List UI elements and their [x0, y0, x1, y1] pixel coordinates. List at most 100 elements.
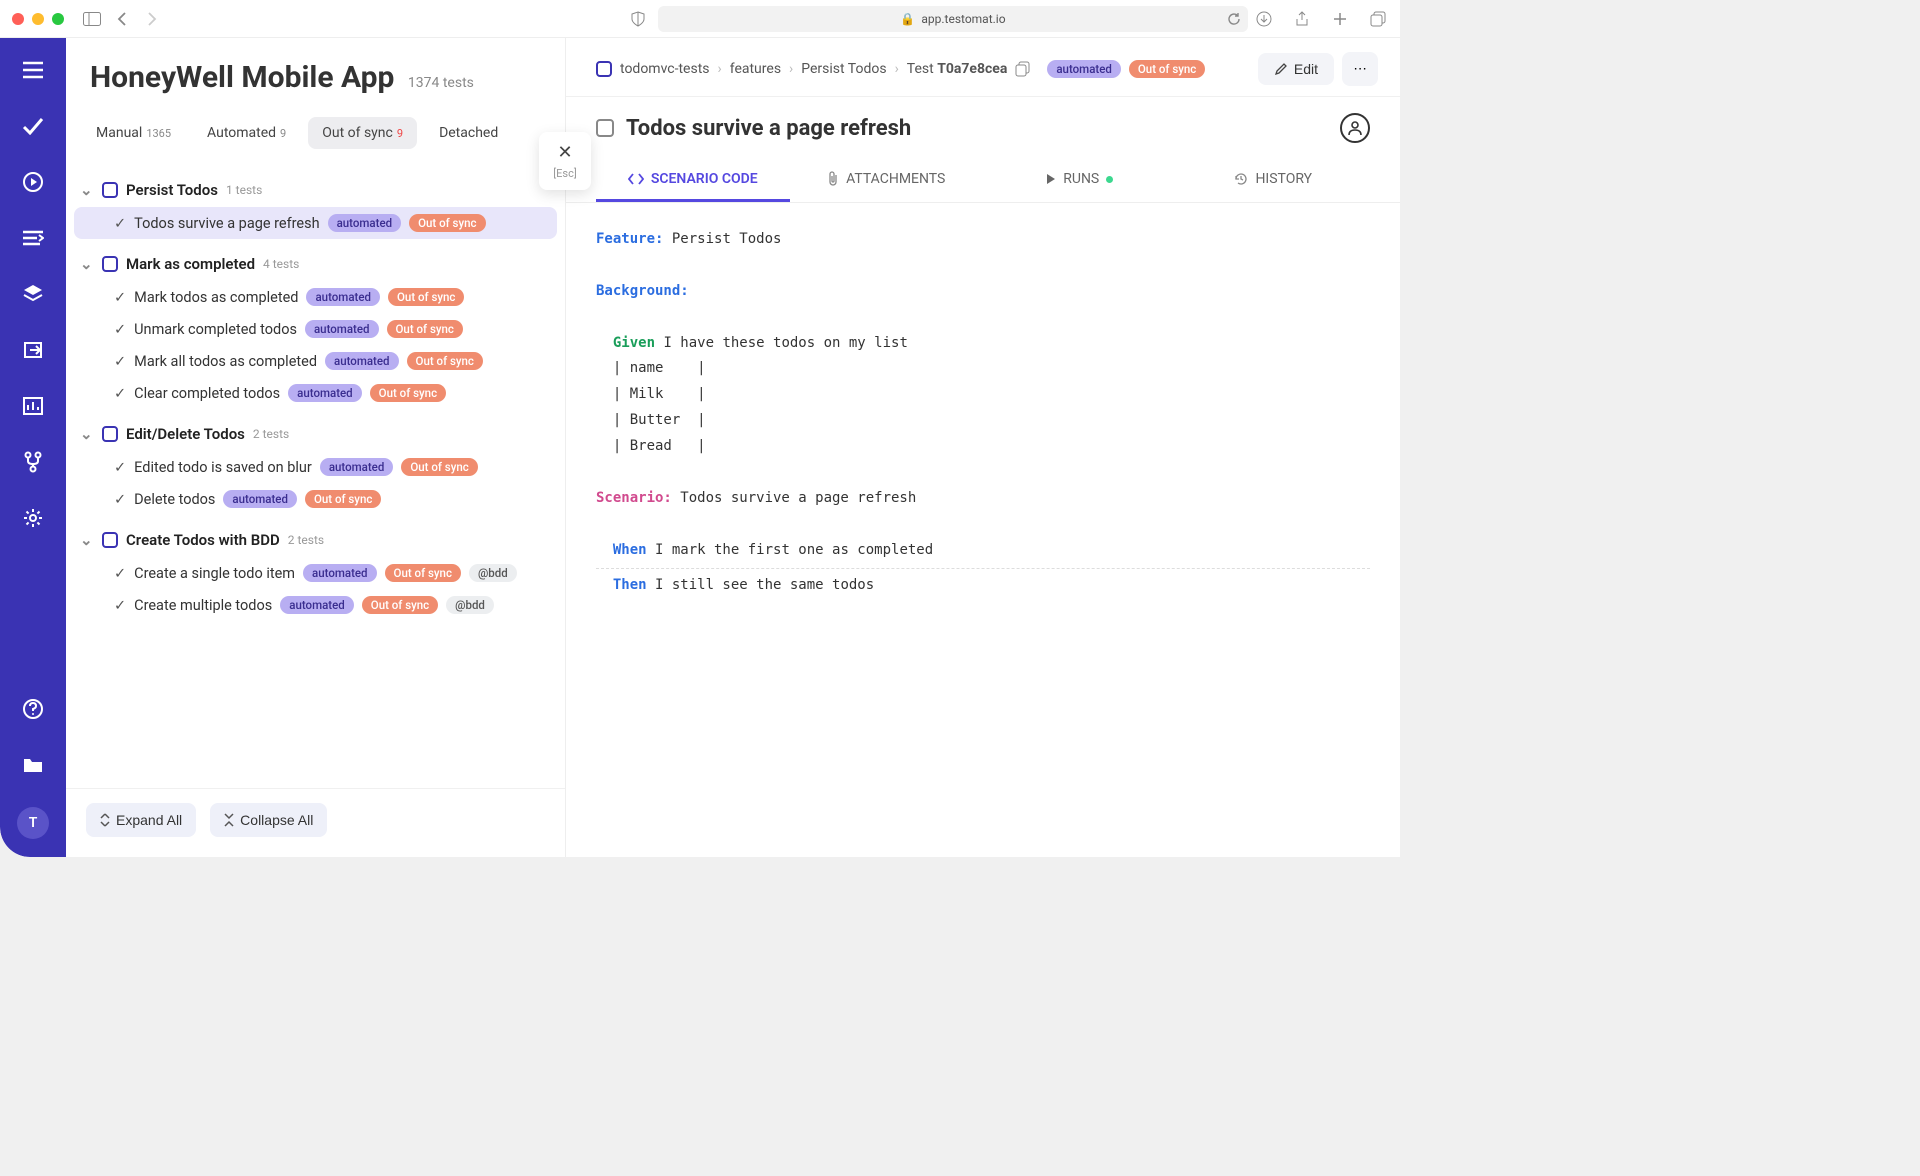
shield-icon[interactable] [628, 9, 648, 29]
tabs-icon[interactable] [1368, 9, 1388, 29]
badge-outofsync: Out of sync [387, 320, 463, 338]
badge-outofsync: Out of sync [409, 214, 485, 232]
analytics-icon[interactable] [19, 392, 47, 420]
test-name: Edited todo is saved on blur [134, 459, 312, 476]
close-detail-popup[interactable]: ✕ [Esc] [539, 132, 591, 190]
suite-note: 1 tests [226, 183, 262, 197]
url-text: app.testomat.io [921, 12, 1005, 26]
tab-history[interactable]: HISTORY [1177, 159, 1371, 202]
sidebar-toggle-icon[interactable] [82, 9, 102, 29]
plans-icon[interactable] [19, 224, 47, 252]
import-icon[interactable] [19, 336, 47, 364]
test-name: Clear completed todos [134, 385, 280, 402]
layers-icon[interactable] [19, 280, 47, 308]
settings-icon[interactable] [19, 504, 47, 532]
test-row[interactable]: ✓Create a single todo itemautomatedOut o… [74, 557, 557, 589]
chevron-down-icon[interactable]: ⌄ [80, 425, 94, 443]
chevron-down-icon[interactable]: ⌄ [80, 181, 94, 199]
suite-checkbox[interactable] [102, 532, 118, 548]
copy-icon[interactable] [1015, 61, 1031, 77]
expand-all-button[interactable]: Expand All [86, 803, 196, 837]
tab-runs[interactable]: RUNS [983, 159, 1177, 202]
check-icon: ✓ [114, 385, 126, 402]
suite-header[interactable]: ⌄Persist Todos1 tests [74, 177, 557, 203]
test-row[interactable]: ✓Create multiple todosautomatedOut of sy… [74, 589, 557, 621]
badge-automated: automated [1047, 60, 1121, 78]
test-row[interactable]: ✓Mark all todos as completedautomatedOut… [74, 345, 557, 377]
new-tab-icon[interactable] [1330, 9, 1350, 29]
title-checkbox[interactable] [596, 119, 614, 137]
suite: ⌄ Create Todos with BDD 2 tests ✓Create a s… [74, 527, 557, 621]
project-title: HoneyWell Mobile App [90, 60, 394, 95]
tab-automated[interactable]: Automated9 [193, 117, 300, 149]
close-icon[interactable]: ✕ [545, 142, 585, 163]
badge-automated: automated [306, 288, 380, 306]
test-detail-pane: todomvc-tests › features › Persist Todos… [566, 38, 1400, 857]
forward-icon[interactable] [142, 9, 162, 29]
crumb-folder[interactable]: features [730, 61, 781, 77]
crumb-test: Test T0a7e8cea [907, 61, 1008, 77]
url-bar[interactable]: 🔒 app.testomat.io [658, 6, 1248, 32]
test-row[interactable]: ✓Delete todosautomatedOut of sync [74, 483, 557, 515]
tab-manual[interactable]: Manual1365 [82, 117, 185, 149]
detail-tabs: SCENARIO CODE ATTACHMENTS RUNS HISTORY [566, 147, 1400, 203]
tab-attachments[interactable]: ATTACHMENTS [790, 159, 984, 202]
suite-header[interactable]: ⌄ Create Todos with BDD 2 tests [74, 527, 557, 553]
share-icon[interactable] [1292, 9, 1312, 29]
minimize-window-icon[interactable] [32, 13, 44, 25]
badge-outofsync: Out of sync [401, 458, 477, 476]
window-controls [12, 13, 64, 25]
folder-icon[interactable] [19, 751, 47, 779]
tab-outofsync[interactable]: Out of sync9 [308, 117, 417, 149]
suite: ⌄Edit/Delete Todos2 tests✓Edited todo is… [74, 421, 557, 515]
suite-header[interactable]: ⌄Edit/Delete Todos2 tests [74, 421, 557, 447]
test-row[interactable]: ✓Todos survive a page refreshautomatedOu… [74, 207, 557, 239]
checkbox-icon[interactable] [596, 61, 612, 77]
badge-automated: automated [325, 352, 399, 370]
test-name: Mark todos as completed [134, 289, 298, 306]
suite-name: Create Todos with BDD [126, 531, 280, 549]
test-name: Mark all todos as completed [134, 353, 317, 370]
reload-icon[interactable] [1224, 9, 1244, 29]
menu-icon[interactable] [19, 56, 47, 84]
check-icon: ✓ [114, 215, 126, 232]
runs-icon[interactable] [19, 168, 47, 196]
chevron-down-icon[interactable]: ⌄ [80, 255, 94, 273]
suite-checkbox[interactable] [102, 426, 118, 442]
test-title: Todos survive a page refresh [626, 116, 911, 141]
badge-outofsync: Out of sync [407, 352, 483, 370]
crumb-suite[interactable]: Persist Todos [801, 61, 886, 77]
test-row[interactable]: ✓Edited todo is saved on blurautomatedOu… [74, 451, 557, 483]
crumb-project[interactable]: todomvc-tests [620, 61, 710, 77]
badge-automated: automated [320, 458, 394, 476]
detail-top-bar: todomvc-tests › features › Persist Todos… [566, 38, 1400, 97]
edit-button[interactable]: Edit [1258, 53, 1334, 85]
suite-note: 2 tests [288, 533, 324, 547]
badge-automated: automated [223, 490, 297, 508]
download-icon[interactable] [1254, 9, 1274, 29]
maximize-window-icon[interactable] [52, 13, 64, 25]
assignee-icon[interactable] [1340, 113, 1370, 143]
collapse-all-button[interactable]: Collapse All [210, 803, 327, 837]
tests-icon[interactable] [19, 112, 47, 140]
back-icon[interactable] [112, 9, 132, 29]
tab-scenario-code[interactable]: SCENARIO CODE [596, 159, 790, 202]
chevron-down-icon[interactable]: ⌄ [80, 531, 94, 549]
close-window-icon[interactable] [12, 13, 24, 25]
help-icon[interactable] [19, 695, 47, 723]
project-test-count: 1374 tests [408, 75, 474, 91]
suite-checkbox[interactable] [102, 256, 118, 272]
suite-checkbox[interactable] [102, 182, 118, 198]
more-button[interactable]: ⋯ [1342, 52, 1378, 86]
check-icon: ✓ [114, 321, 126, 338]
test-row[interactable]: ✓Clear completed todosautomatedOut of sy… [74, 377, 557, 409]
tab-detached[interactable]: Detached [425, 117, 512, 149]
badge-tag: @bdd [469, 564, 517, 582]
test-row[interactable]: ✓Mark todos as completedautomatedOut of … [74, 281, 557, 313]
check-icon: ✓ [114, 565, 126, 582]
user-avatar[interactable]: T [17, 807, 49, 839]
project-header: HoneyWell Mobile App 1374 tests [66, 38, 565, 103]
branch-icon[interactable] [19, 448, 47, 476]
suite-header[interactable]: ⌄Mark as completed4 tests [74, 251, 557, 277]
test-row[interactable]: ✓Unmark completed todosautomatedOut of s… [74, 313, 557, 345]
